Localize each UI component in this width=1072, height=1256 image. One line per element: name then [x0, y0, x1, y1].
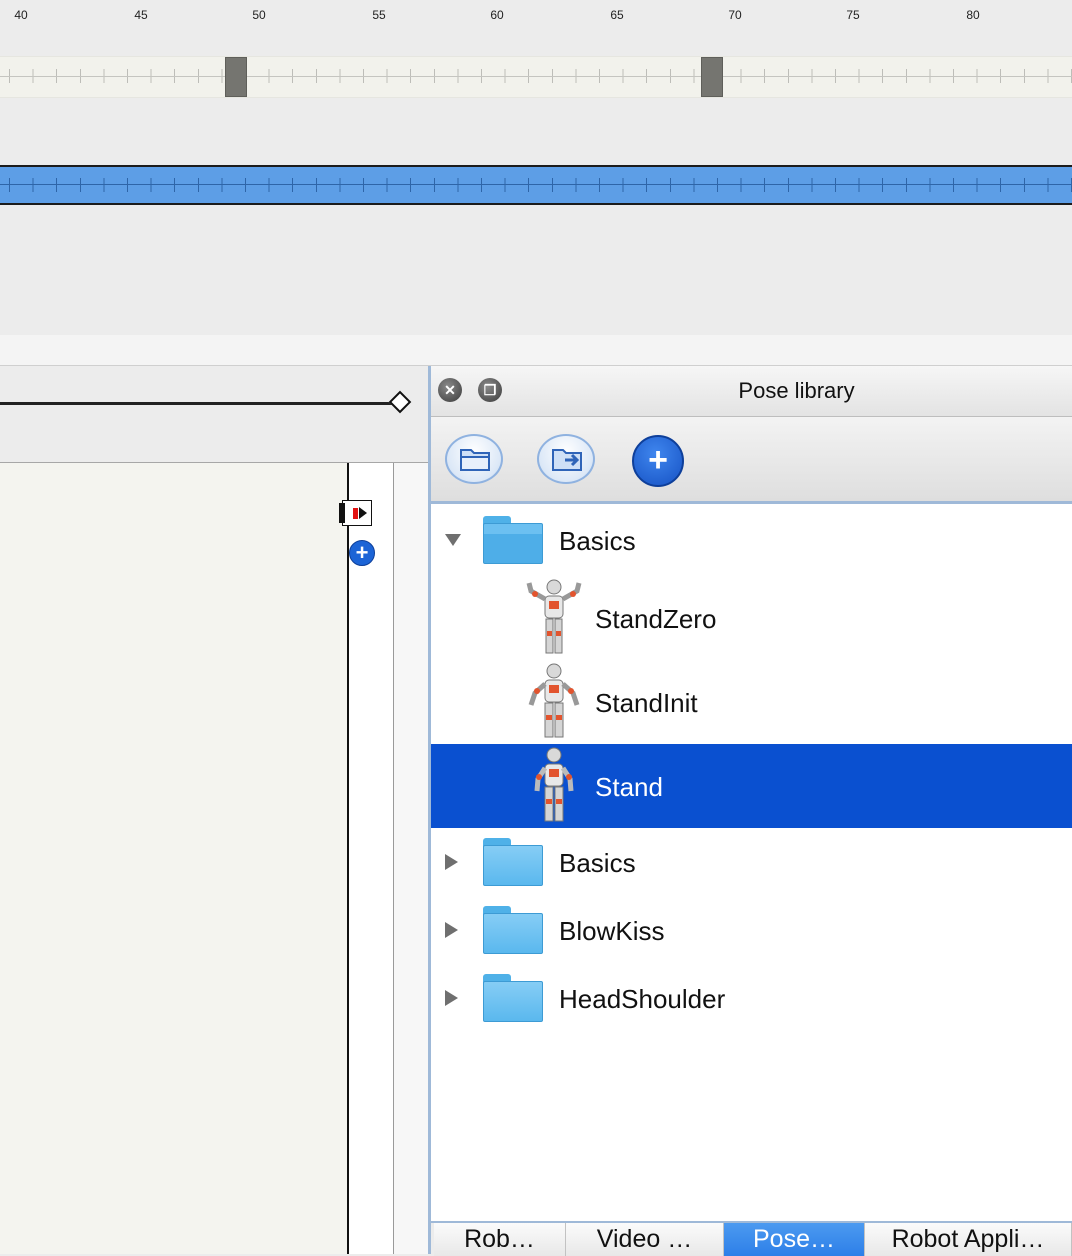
panel-tab-bar: Rob… Video … Pose… Robot Appli…	[431, 1221, 1072, 1256]
robot-pose-icon	[528, 663, 580, 738]
keyframe-track[interactable]	[0, 56, 1072, 98]
output-strip	[349, 463, 393, 1254]
tree-folder-row[interactable]: HeadShoulder	[431, 964, 1072, 1032]
folder-label: BlowKiss	[559, 916, 665, 946]
frame-label: 55	[372, 8, 386, 22]
tab-robot-applications[interactable]: Robot Appli…	[865, 1223, 1072, 1256]
frame-label: 60	[490, 8, 504, 22]
frame-label: 40	[14, 8, 28, 22]
pose-label: StandInit	[595, 688, 698, 718]
tree-folder-row[interactable]: Basics	[431, 504, 1072, 574]
pose-tree[interactable]: Basics StandZero StandInit Stand Basics …	[431, 504, 1072, 1219]
add-pose-button[interactable]: +	[632, 435, 684, 487]
frame-label: 80	[966, 8, 980, 22]
track-ticks	[0, 66, 1072, 86]
flow-canvas[interactable]	[0, 463, 348, 1254]
pose-library-panel: ✕ ❐ Pose library + Basics StandZero Stan…	[428, 366, 1072, 1256]
behavior-layer-panel: +	[0, 366, 428, 1254]
folder-label: HeadShoulder	[559, 984, 726, 1014]
panel-title: Pose library	[738, 378, 855, 403]
pose-library-titlebar: ✕ ❐ Pose library	[431, 366, 1072, 417]
folder-icon	[483, 838, 545, 888]
disclosure-collapsed-icon[interactable]	[445, 922, 458, 938]
band-ticks	[0, 167, 1072, 203]
tab-video-monitor[interactable]: Video …	[566, 1223, 724, 1256]
tree-folder-row[interactable]: BlowKiss	[431, 896, 1072, 964]
folder-label: Basics	[559, 526, 636, 556]
tab-pose-library[interactable]: Pose…	[724, 1223, 865, 1256]
zoom-slider-handle[interactable]	[388, 390, 412, 414]
pose-library-toolbar: +	[431, 417, 1072, 504]
tree-pose-row[interactable]: StandInit	[431, 660, 1072, 744]
timeline-ruler[interactable]: 40 45 50 55 60 65 70 75 80	[0, 0, 1072, 34]
folder-icon	[483, 974, 545, 1024]
add-output-button[interactable]: +	[349, 540, 375, 566]
tree-folder-row[interactable]: Basics	[431, 828, 1072, 896]
tab-robot-view[interactable]: Rob…	[434, 1223, 566, 1256]
folder-import-icon[interactable]	[537, 434, 595, 484]
folder-icon	[483, 906, 545, 956]
frame-label: 45	[134, 8, 148, 22]
folder-icon	[483, 516, 545, 566]
frame-label: 65	[610, 8, 624, 22]
zoom-slider-track[interactable]	[0, 402, 394, 405]
keyframe-marker[interactable]	[225, 57, 247, 97]
disclosure-collapsed-icon[interactable]	[445, 990, 458, 1006]
keyframe-marker[interactable]	[701, 57, 723, 97]
timeline-bottom-strip	[0, 335, 1072, 366]
tree-pose-row-selected[interactable]: Stand	[431, 744, 1072, 828]
motion-layer-band[interactable]	[0, 165, 1072, 205]
robot-pose-icon	[526, 579, 582, 654]
frame-label: 75	[846, 8, 860, 22]
tree-pose-row[interactable]: StandZero	[431, 576, 1072, 660]
right-gutter	[394, 463, 428, 1254]
frame-label: 50	[252, 8, 266, 22]
robot-pose-icon	[534, 747, 574, 822]
behavior-output-icon[interactable]	[339, 500, 372, 526]
disclosure-collapsed-icon[interactable]	[445, 854, 458, 870]
output-bar	[353, 508, 358, 519]
folder-label: Basics	[559, 848, 636, 878]
pose-label: Stand	[595, 772, 663, 802]
folder-open-icon[interactable]	[445, 434, 503, 484]
frame-label: 70	[728, 8, 742, 22]
pose-label: StandZero	[595, 604, 717, 634]
disclosure-expanded-icon[interactable]	[445, 534, 461, 546]
output-arrow	[359, 507, 367, 519]
